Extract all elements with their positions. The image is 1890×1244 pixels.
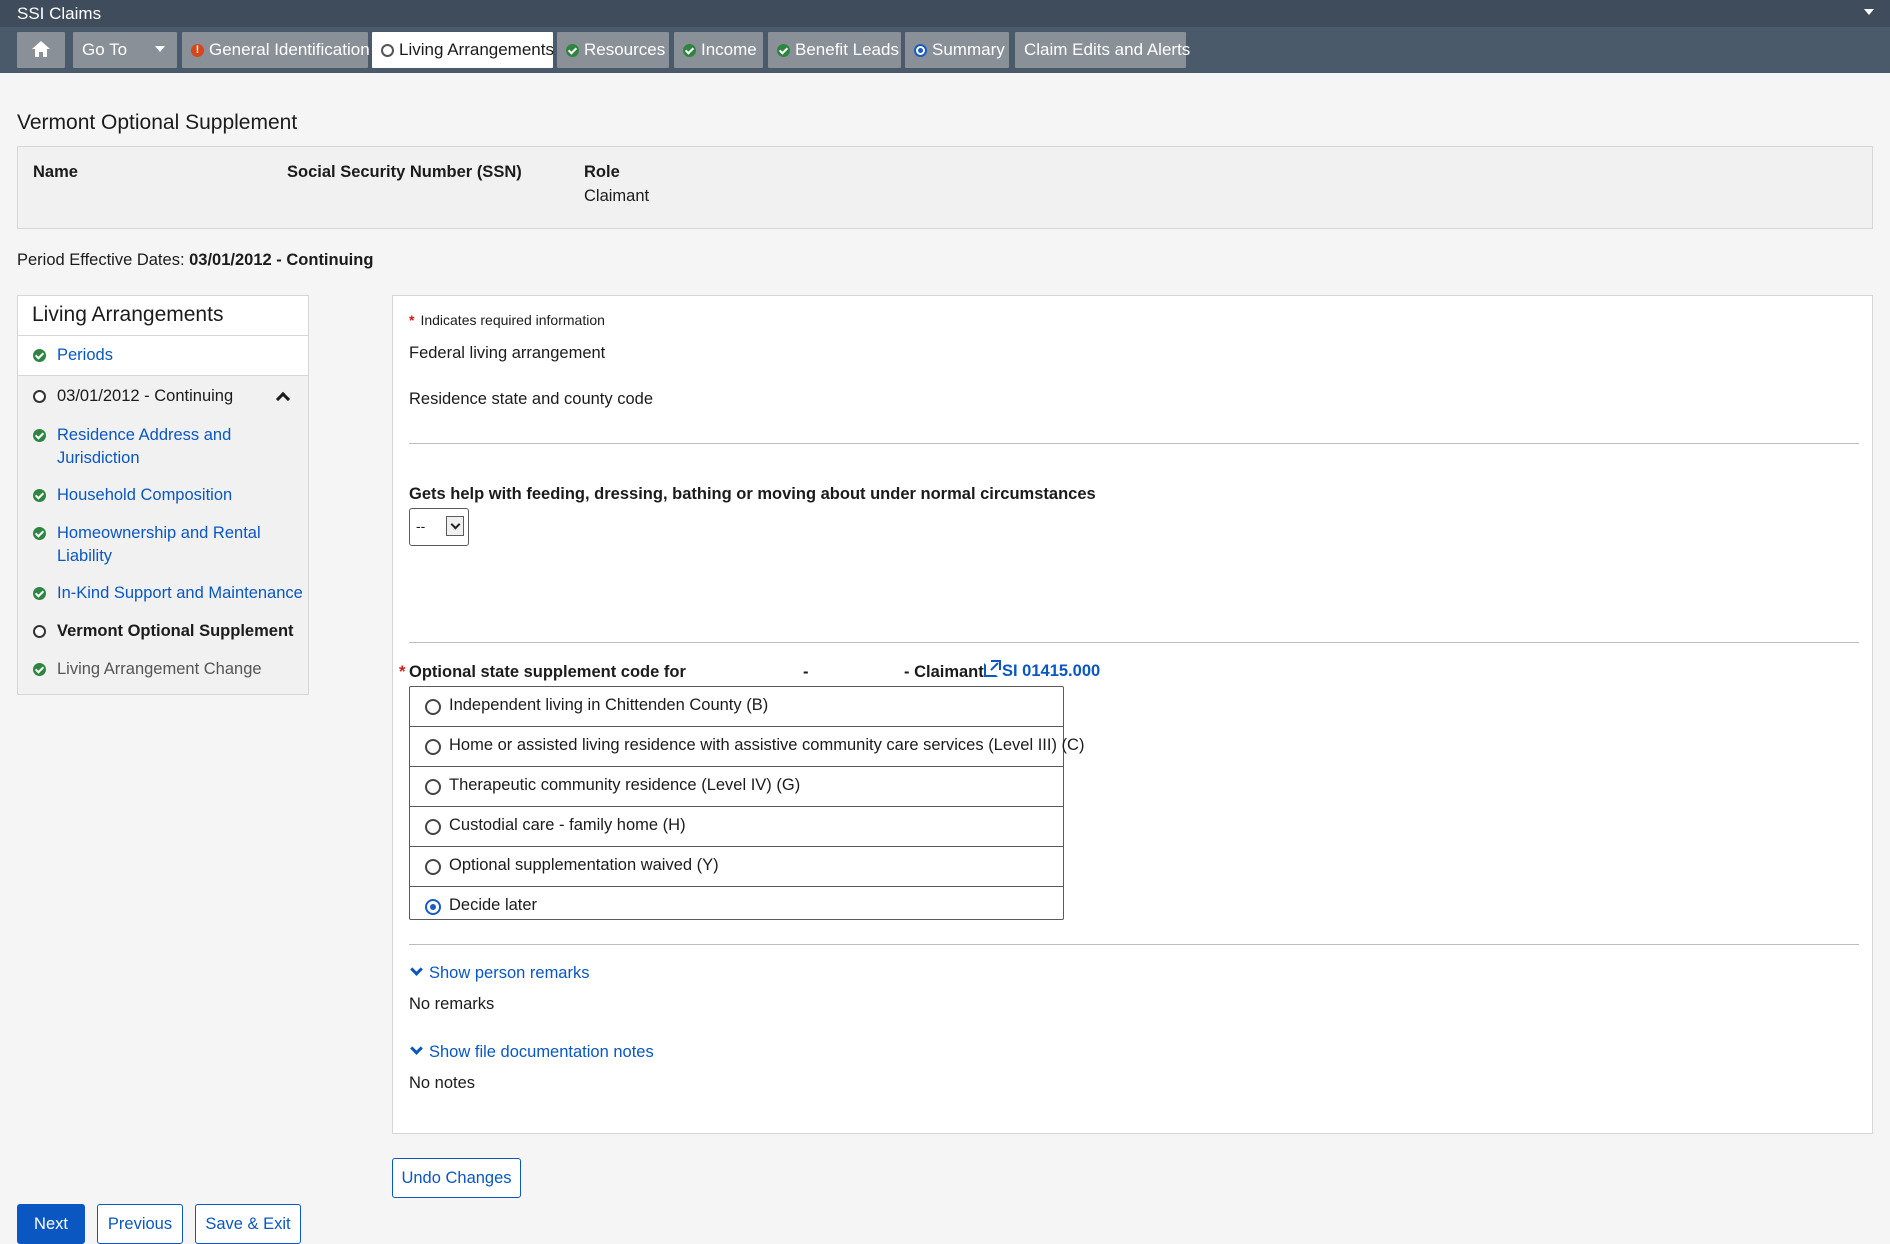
- divider: [409, 642, 1859, 643]
- app-title: SSI Claims: [17, 4, 102, 23]
- home-icon: [32, 41, 50, 57]
- check-icon: [777, 44, 790, 57]
- undo-changes-button[interactable]: Undo Changes: [392, 1158, 521, 1198]
- radio-option-decide-later[interactable]: Decide later: [410, 887, 1063, 927]
- tab-general-identification[interactable]: General Identification: [182, 32, 370, 68]
- required-note: * Indicates required information: [409, 312, 605, 328]
- ssn-label: Social Security Number (SSN): [287, 163, 522, 181]
- radio-option-c[interactable]: Home or assisted living residence with a…: [410, 727, 1084, 767]
- help-select[interactable]: --: [409, 508, 469, 546]
- tab-resources[interactable]: Resources: [557, 32, 669, 68]
- si-policy-link[interactable]: SI 01415.000: [984, 660, 1100, 681]
- radio-option-y[interactable]: Optional supplementation waived (Y): [410, 847, 1063, 887]
- check-icon: [33, 527, 46, 540]
- tab-claim-edits-alerts[interactable]: Claim Edits and Alerts: [1015, 32, 1190, 68]
- sidebar-link-periods[interactable]: Periods: [57, 344, 113, 367]
- app-header: SSI Claims: [0, 0, 1890, 27]
- radio-option-g[interactable]: Therapeutic community residence (Level I…: [410, 767, 1063, 807]
- check-icon: [33, 587, 46, 600]
- show-documentation-notes-toggle[interactable]: Show file documentation notes: [409, 1042, 654, 1062]
- tab-income[interactable]: Income: [674, 32, 763, 68]
- home-button[interactable]: [17, 32, 65, 68]
- sidebar-item-periods[interactable]: Periods: [18, 336, 308, 376]
- radio-button[interactable]: [425, 819, 441, 835]
- radio-button[interactable]: [425, 859, 441, 875]
- divider: [409, 944, 1859, 945]
- caret-down-icon[interactable]: [1864, 9, 1874, 15]
- role-value: Claimant: [584, 187, 650, 205]
- help-question-label: Gets help with feeding, dressing, bathin…: [409, 485, 1096, 503]
- warning-icon: [191, 43, 204, 58]
- radio-option-b[interactable]: Independent living in Chittenden County …: [410, 687, 1063, 727]
- claimant-id-panel: Name Social Security Number (SSN) Role C…: [17, 146, 1873, 229]
- residence-code-label: Residence state and county code: [409, 390, 653, 408]
- federal-la-label: Federal living arrangement: [409, 344, 606, 362]
- divider: [409, 443, 1859, 444]
- required-asterisk-icon: *: [399, 663, 406, 681]
- goto-label: Go To: [82, 40, 128, 59]
- role-label: Role: [584, 163, 620, 181]
- oss-code-radio-group: Independent living in Chittenden County …: [409, 686, 1084, 920]
- period-value: 03/01/2012 - Continuing: [189, 251, 374, 269]
- main-nav: Go To General Identification Living Arra…: [0, 27, 1890, 73]
- oss-code-label: * Optional state supplement code for - - …: [399, 663, 984, 681]
- incomplete-icon: [33, 625, 46, 638]
- sidebar-item-in-kind-support[interactable]: In-Kind Support and Maintenance: [18, 579, 308, 609]
- radio-button[interactable]: [425, 739, 441, 755]
- chevron-down-icon: [410, 963, 423, 976]
- check-icon: [683, 44, 696, 57]
- sidebar-item-residence[interactable]: Residence Address and Jurisdiction: [18, 421, 308, 469]
- period-effective-dates: Period Effective Dates: 03/01/2012 - Con…: [17, 251, 374, 269]
- check-icon: [33, 429, 46, 442]
- tab-benefit-leads[interactable]: Benefit Leads: [768, 32, 901, 68]
- check-icon: [33, 349, 46, 362]
- sidebar: Living Arrangements Periods 03/01/2012 -…: [17, 295, 309, 695]
- radio-button-selected[interactable]: [425, 899, 441, 915]
- goto-dropdown[interactable]: Go To: [73, 32, 177, 68]
- previous-button[interactable]: Previous: [97, 1204, 183, 1244]
- check-icon: [33, 663, 46, 676]
- save-exit-button[interactable]: Save & Exit: [195, 1204, 301, 1244]
- check-icon: [33, 489, 46, 502]
- current-step-icon: [914, 44, 927, 57]
- tab-summary[interactable]: Summary: [905, 32, 1009, 68]
- required-asterisk-icon: *: [409, 312, 415, 328]
- next-button[interactable]: Next: [17, 1204, 85, 1244]
- sidebar-item-vermont-oss[interactable]: Vermont Optional Supplement: [18, 617, 308, 647]
- chevron-down-icon: [446, 516, 464, 536]
- sidebar-item-la-change[interactable]: Living Arrangement Change: [18, 655, 308, 685]
- sidebar-item-period-range[interactable]: 03/01/2012 - Continuing: [18, 377, 308, 417]
- chevron-down-icon: [410, 1042, 423, 1055]
- remarks-text: No remarks: [409, 995, 495, 1013]
- sidebar-item-homeownership[interactable]: Homeownership and Rental Liability: [18, 519, 308, 567]
- sidebar-title: Living Arrangements: [18, 296, 308, 336]
- external-link-icon: [984, 660, 1001, 677]
- sidebar-item-household[interactable]: Household Composition: [18, 481, 308, 511]
- chevron-up-icon[interactable]: [275, 391, 291, 407]
- caret-down-icon: [155, 46, 166, 52]
- page-title: Vermont Optional Supplement: [17, 111, 298, 134]
- name-label: Name: [33, 163, 78, 181]
- tab-living-arrangements[interactable]: Living Arrangements: [372, 32, 554, 68]
- check-icon: [566, 44, 579, 57]
- radio-button[interactable]: [425, 699, 441, 715]
- show-person-remarks-toggle[interactable]: Show person remarks: [409, 963, 589, 983]
- incomplete-icon: [33, 390, 46, 403]
- radio-button[interactable]: [425, 779, 441, 795]
- notes-text: No notes: [409, 1074, 476, 1092]
- incomplete-icon: [381, 44, 394, 57]
- radio-option-h[interactable]: Custodial care - family home (H): [410, 807, 1063, 847]
- main-form-panel: * Indicates required information Federal …: [392, 295, 1873, 1134]
